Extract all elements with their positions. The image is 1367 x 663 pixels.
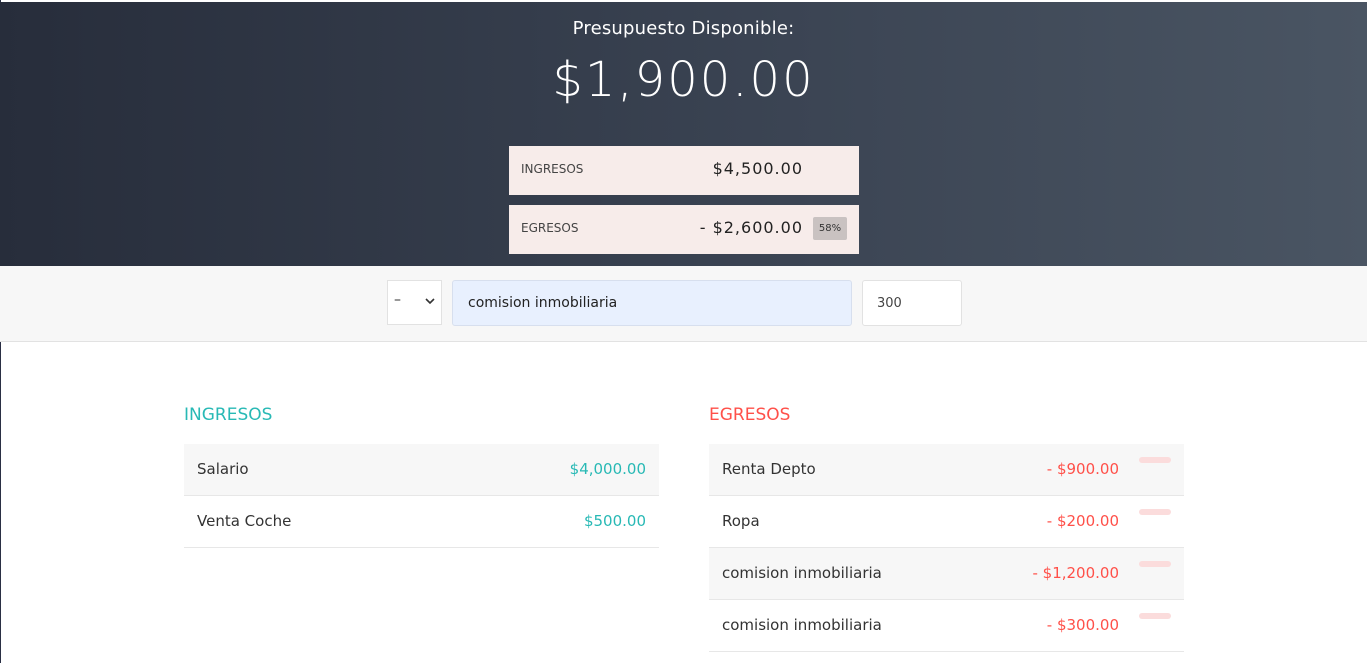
expense-list-title: EGRESOS — [709, 405, 791, 425]
type-select-value: – — [394, 292, 401, 308]
available-budget: $1,900.00 — [552, 52, 815, 108]
income-summary-value: $4,500.00 — [712, 159, 803, 178]
income-summary: INGRESOS $4,500.00 — [509, 146, 859, 195]
income-summary-label: INGRESOS — [521, 162, 584, 176]
delete-icon[interactable] — [1139, 561, 1171, 567]
budget-title: Presupuesto Disponible: — [572, 18, 795, 39]
expense-amount: - $1,200.00 — [1032, 564, 1119, 582]
expense-amount: - $900.00 — [1046, 460, 1119, 478]
expense-description: Ropa — [722, 512, 760, 530]
expense-summary-value: - $2,600.00 — [699, 218, 803, 237]
income-list-title: INGRESOS — [184, 405, 273, 425]
expense-description: comision inmobiliaria — [722, 616, 882, 634]
expense-percentage-badge: 58% — [813, 217, 847, 240]
expense-list: Renta Depto - $900.00 Ropa - $200.00 com… — [709, 444, 1184, 652]
amount-input[interactable] — [862, 280, 962, 326]
expense-description: comision inmobiliaria — [722, 564, 882, 582]
add-entry-bar: – — [0, 266, 1367, 342]
expense-summary: EGRESOS - $2,600.00 58% — [509, 205, 859, 254]
income-amount: $500.00 — [583, 512, 646, 530]
expense-summary-label: EGRESOS — [521, 221, 579, 235]
expense-row: Renta Depto - $900.00 — [709, 444, 1184, 496]
expense-row: comision inmobiliaria - $1,200.00 — [709, 548, 1184, 600]
income-description: Venta Coche — [197, 512, 292, 530]
income-list: Salario $4,000.00 Venta Coche $500.00 — [184, 444, 659, 548]
income-row: Venta Coche $500.00 — [184, 496, 659, 548]
type-select[interactable]: – — [387, 280, 442, 325]
expense-row: comision inmobiliaria - $300.00 — [709, 600, 1184, 652]
expense-row: Ropa - $200.00 — [709, 496, 1184, 548]
expense-amount: - $300.00 — [1046, 616, 1119, 634]
chevron-down-icon — [425, 294, 435, 308]
delete-icon[interactable] — [1139, 509, 1171, 515]
delete-icon[interactable] — [1139, 457, 1171, 463]
income-row: Salario $4,000.00 — [184, 444, 659, 496]
delete-icon[interactable] — [1139, 613, 1171, 619]
income-amount: $4,000.00 — [569, 460, 646, 478]
expense-amount: - $200.00 — [1046, 512, 1119, 530]
expense-description: Renta Depto — [722, 460, 816, 478]
description-input[interactable] — [452, 280, 852, 326]
income-description: Salario — [197, 460, 249, 478]
budget-header: Presupuesto Disponible: $1,900.00 INGRES… — [0, 2, 1367, 266]
